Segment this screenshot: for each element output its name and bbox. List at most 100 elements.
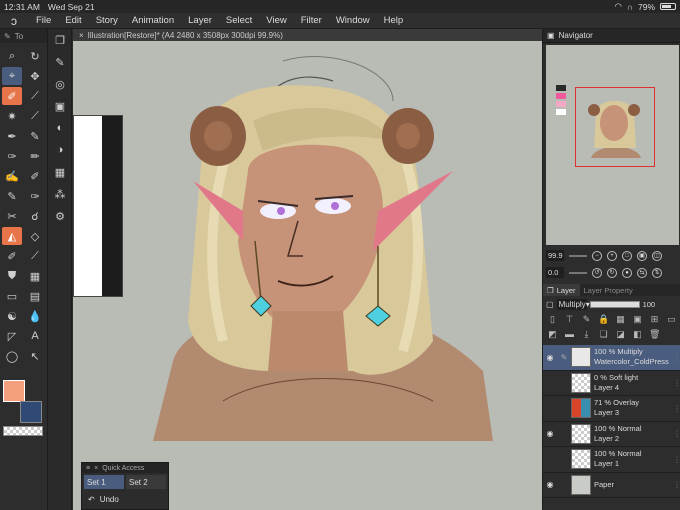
tab-layer[interactable]: ❐ Layer [543,284,580,296]
pen-tool-icon[interactable]: ✒ [2,127,22,145]
history-icon[interactable]: ◑ [48,139,72,161]
balloon-tool-icon[interactable]: ◯ [2,347,22,365]
duplicate-icon[interactable]: ❏ [598,329,609,342]
menu-lines-icon[interactable]: ≡ [86,465,90,472]
drop-tool-icon[interactable]: 💧 [25,307,45,325]
new-folder-icon[interactable]: ▬ [564,329,575,342]
blend-mode-select[interactable]: Multiply ▾ [556,298,590,310]
eraser-active-tool-icon[interactable]: ◭ [2,227,22,245]
decoration-tool-icon[interactable]: ✎ [2,187,22,205]
eraser-tool-icon[interactable]: ◇ [25,227,45,245]
visibility-eye-icon[interactable]: ◉ [543,480,557,489]
main-color-swatch[interactable] [3,380,25,402]
drag-handle-icon[interactable]: ⋮ [673,404,680,413]
marker-tool-icon[interactable]: ✍ [2,167,22,185]
visibility-eye-icon[interactable]: ◉ [543,429,557,438]
layers-icon[interactable]: ❐ [48,29,72,51]
canvas-tab[interactable]: × Illustration[Restore]* (A4 2480 x 3508… [73,29,542,41]
brush-tool-icon[interactable]: ✑ [2,147,22,165]
zoom-tool-icon[interactable]: ⌕ [2,47,22,65]
eyedropper-tool-icon[interactable]: ⟋ [25,87,45,105]
zoom-out-icon[interactable]: − [592,250,602,261]
airbrush-tool-icon[interactable]: ✏ [25,147,45,165]
eyedropper-alt-icon[interactable]: ⟋ [25,107,45,125]
actual-size-icon[interactable]: ▣ [637,250,647,261]
bucket-tool-icon[interactable]: ⛊ [2,267,22,285]
rotate-tool-icon[interactable]: ↻ [25,47,45,65]
figure-tool-icon[interactable]: ▭ [2,287,22,305]
close-icon[interactable]: × [79,31,84,40]
menu-animation[interactable]: Animation [132,15,174,26]
quick-access-set1-tab[interactable]: Set 1 [84,475,124,489]
rotate-right-icon[interactable]: ↻ [607,267,617,278]
drops-icon[interactable]: ⁂ [48,183,72,205]
ruler-icon[interactable]: ⊞ [649,314,660,327]
close-icon[interactable]: × [94,465,98,472]
layer-mask-icon[interactable]: ◪ [615,329,626,342]
gradient-tool-icon[interactable]: ▦ [25,267,45,285]
new-raster-layer-icon[interactable]: ▭ [666,314,677,327]
delete-icon[interactable]: 🗑 [649,329,660,342]
layer-row[interactable]: 100 % Normal Layer 1 ⋮ [543,447,680,473]
palette-icon[interactable]: ◐ [48,117,72,139]
drag-handle-icon[interactable]: ⋮ [673,455,680,464]
menu-select[interactable]: Select [226,15,252,26]
reference-image[interactable] [73,115,123,297]
tab-layer-property[interactable]: Layer Property [580,284,637,296]
menu-help[interactable]: Help [384,15,404,26]
new-vector-layer-icon[interactable]: ◩ [547,329,558,342]
sub-color-swatch[interactable] [20,401,42,423]
flip-vertical-icon[interactable]: ⇅ [652,267,662,278]
blend-tool-icon[interactable]: ☌ [25,207,45,225]
correct-line-tool-icon[interactable]: ↖ [25,347,45,365]
clip-icon[interactable]: ▯ [547,314,558,327]
flip-horizontal-icon[interactable]: ⇆ [637,267,647,278]
menu-view[interactable]: View [266,15,286,26]
layer-row[interactable]: ◉ 100 % Normal Layer 2 ⋮ [543,422,680,447]
scissors-tool-icon[interactable]: ✂ [2,207,22,225]
menu-file[interactable]: File [36,15,51,26]
reset-rotation-icon[interactable]: ● [622,267,632,278]
menu-layer[interactable]: Layer [188,15,212,26]
drag-handle-icon[interactable]: ⋮ [673,378,680,387]
lock-transparency-icon[interactable]: ▦ [615,314,626,327]
menu-window[interactable]: Window [336,15,370,26]
reference-icon[interactable]: ⊤ [564,314,575,327]
menu-filter[interactable]: Filter [301,15,322,26]
rotation-slider[interactable] [569,271,587,274]
watercolor-tool-icon[interactable]: ✑ [25,187,45,205]
text-tool-icon[interactable]: A [25,327,45,345]
operation-tool-icon[interactable]: ⌖ [2,67,22,85]
rotate-left-icon[interactable]: ↺ [592,267,602,278]
gear-icon[interactable]: ⚙ [48,205,72,227]
drag-handle-icon[interactable]: ⋮ [673,353,680,362]
blend-lock-icon[interactable]: ▢ [546,300,554,309]
quick-access-set2-tab[interactable]: Set 2 [126,475,166,489]
rotation-value[interactable]: 0.0 [546,267,564,278]
lock-icon[interactable]: 🔒 [598,314,609,327]
drag-handle-icon[interactable]: ⋮ [673,480,680,489]
pen-alt-tool-icon[interactable]: ⟋ [25,247,45,265]
color-wheel-icon[interactable]: ◎ [48,73,72,95]
zoom-slider[interactable] [569,254,587,257]
brush-size-icon[interactable]: ✎ [48,51,72,73]
transparent-color-swatch[interactable] [3,426,43,436]
move-tool-icon[interactable]: ✥ [25,67,45,85]
fit-icon[interactable]: □ [622,250,632,261]
opacity-value[interactable]: 100 [643,300,656,309]
selection-pen-tool-icon[interactable]: ✐ [2,87,22,105]
mask-icon[interactable]: ▣ [632,314,643,327]
fill-tool-icon[interactable]: ✐ [2,247,22,265]
zoom-value[interactable]: 99.9 [546,250,564,261]
frame-tool-icon[interactable]: ◸ [2,327,22,345]
menu-edit[interactable]: Edit [65,15,81,26]
navigator-view-frame[interactable] [575,87,655,167]
canvas-artwork[interactable] [73,41,542,510]
ruler-tool-icon[interactable]: ▤ [25,287,45,305]
zoom-in-icon[interactable]: + [607,250,617,261]
app-logo-icon[interactable]: ↄ [6,14,22,28]
fit-window-icon[interactable]: ◫ [652,250,662,261]
apply-mask-icon[interactable]: ◧ [632,329,643,342]
pencil-tool-icon[interactable]: ✎ [25,127,45,145]
navigator-preview[interactable] [546,45,679,245]
